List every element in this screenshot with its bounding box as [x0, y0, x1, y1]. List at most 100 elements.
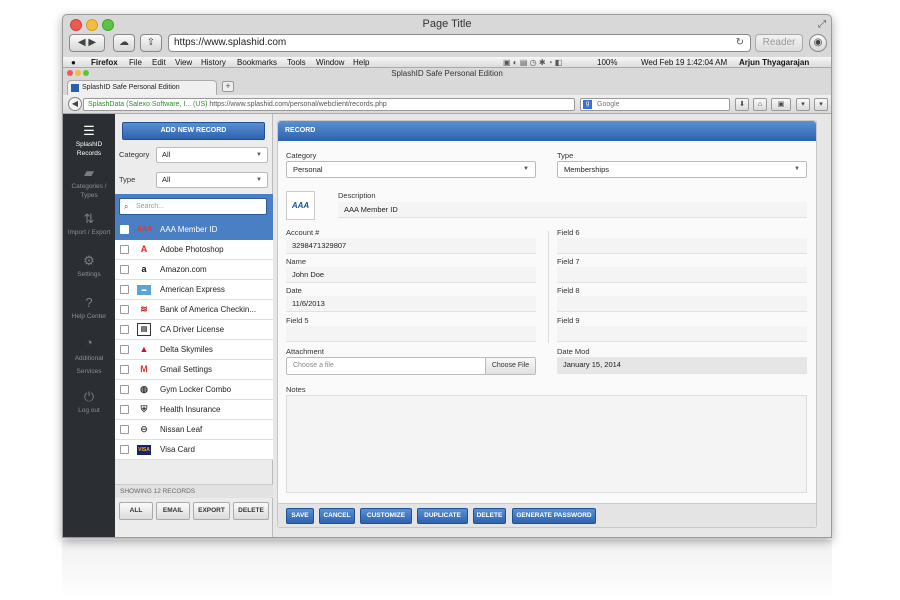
google-icon: g: [583, 100, 592, 109]
attachment-input[interactable]: Choose a file Choose File: [286, 357, 536, 375]
download-icon[interactable]: ⬇: [735, 98, 749, 111]
fullscreen-icon[interactable]: ⤢: [818, 19, 826, 30]
generate-password-button[interactable]: GENERATE PASSWORD: [512, 508, 596, 524]
record-checkbox[interactable]: [120, 285, 129, 294]
record-logo[interactable]: AAA: [286, 191, 315, 220]
splashid-app: ☰ SplashID Records ▰ Categories / Types …: [63, 114, 831, 537]
record-checkbox[interactable]: [120, 225, 129, 234]
ff-back-button[interactable]: ◀: [68, 97, 82, 111]
field7-field[interactable]: [557, 267, 807, 283]
add-new-record-button[interactable]: ADD NEW RECORD: [122, 122, 265, 140]
field-label: Field 7: [557, 257, 580, 266]
field5-field[interactable]: [286, 326, 536, 342]
downloads-button[interactable]: ◉: [809, 34, 827, 52]
menu-file[interactable]: File: [129, 57, 142, 68]
account-number-field[interactable]: 3298471329807: [286, 238, 536, 254]
menubar-user[interactable]: Arjun Thyagarajan: [739, 57, 809, 68]
customize-button[interactable]: CUSTOMIZE: [360, 508, 412, 524]
field9-field[interactable]: [557, 326, 807, 342]
list-item[interactable]: ⊖ Nissan Leaf: [115, 420, 273, 440]
category-filter-select[interactable]: All ▼: [156, 147, 268, 163]
notes-textarea[interactable]: [286, 395, 807, 493]
record-checkbox[interactable]: [120, 265, 129, 274]
nav-help[interactable]: ? Help Center: [63, 296, 115, 321]
name-field[interactable]: John Doe: [286, 267, 536, 283]
safari-address-bar[interactable]: https://www.splashid.com ↻: [168, 34, 751, 52]
date-field[interactable]: 11/6/2013: [286, 296, 536, 312]
duplicate-button[interactable]: DUPLICATE: [417, 508, 468, 524]
record-category-select[interactable]: Personal ▼: [286, 161, 536, 178]
menu-app-name[interactable]: Firefox: [91, 57, 118, 68]
ff-tabstrip: SplashID Safe Personal Edition +: [63, 79, 831, 95]
field-label: Account #: [286, 228, 320, 237]
site-identity[interactable]: SplashData (Salexo Software, I... (US): [88, 101, 207, 108]
all-button[interactable]: ALL: [119, 502, 153, 520]
reader-button[interactable]: Reader: [755, 34, 803, 52]
menu-edit[interactable]: Edit: [152, 57, 166, 68]
field6-field[interactable]: [557, 238, 807, 254]
record-checkbox[interactable]: [120, 445, 129, 454]
icloud-button[interactable]: ☁: [113, 34, 135, 52]
export-button[interactable]: EXPORT: [193, 502, 230, 520]
delete-records-button[interactable]: DELETE: [233, 502, 269, 520]
record-checkbox[interactable]: [120, 305, 129, 314]
menu-help[interactable]: Help: [353, 57, 369, 68]
nav-logout[interactable]: ⏻ Log out: [63, 390, 115, 415]
back-forward-buttons[interactable]: ◀ ▶: [69, 34, 105, 52]
record-checkbox[interactable]: [120, 345, 129, 354]
records-list-pane: ADD NEW RECORD Category All ▼ Type All ▼…: [115, 114, 273, 537]
record-checkbox[interactable]: [120, 365, 129, 374]
field8-field[interactable]: [557, 296, 807, 312]
nav-records[interactable]: ☰ SplashID Records: [63, 124, 115, 158]
reload-icon[interactable]: ↻: [736, 35, 744, 51]
menu-view[interactable]: View: [175, 57, 192, 68]
ff-address-bar[interactable]: SplashData (Salexo Software, I... (US) h…: [83, 98, 575, 111]
menu-history[interactable]: History: [201, 57, 226, 68]
search-input[interactable]: ⌕ Search...: [119, 198, 267, 215]
record-type-select[interactable]: Memberships ▼: [557, 161, 807, 178]
menu-tools[interactable]: Tools: [287, 57, 306, 68]
type-filter-select[interactable]: All ▼: [156, 172, 268, 188]
list-item[interactable]: A Adobe Photoshop: [115, 240, 273, 260]
list-item[interactable]: AAA AAA Member ID: [115, 220, 273, 240]
new-tab-button[interactable]: +: [222, 81, 234, 92]
nav-categories[interactable]: ▰ Categories / Types: [63, 166, 115, 200]
record-checkbox[interactable]: [120, 405, 129, 414]
menu-icon[interactable]: ▾: [796, 98, 810, 111]
list-item[interactable]: a Amazon.com: [115, 260, 273, 280]
description-field[interactable]: AAA Member ID: [338, 202, 807, 218]
list-item[interactable]: VISA Visa Card: [115, 440, 273, 460]
safari-window: Page Title ⤢ ◀ ▶ ☁ ⇪ https://www.splashi…: [62, 14, 832, 538]
record-action-bar: SAVE CANCEL CUSTOMIZE DUPLICATE DELETE G…: [278, 503, 816, 527]
record-checkbox[interactable]: [120, 325, 129, 334]
menubar-datetime: Wed Feb 19 1:42:04 AM: [641, 58, 728, 67]
menu-bookmarks[interactable]: Bookmarks: [237, 57, 277, 68]
ff-search-box[interactable]: g Google: [580, 98, 730, 111]
list-item[interactable]: ≋ Bank of America Checkin...: [115, 300, 273, 320]
cancel-button[interactable]: CANCEL: [319, 508, 355, 524]
choose-file-button[interactable]: Choose File: [485, 358, 535, 374]
nav-additional[interactable]: ◔ Additional Services: [63, 336, 115, 378]
overflow-icon[interactable]: ▾: [814, 98, 828, 111]
list-item[interactable]: M Gmail Settings: [115, 360, 273, 380]
addon-icon[interactable]: ▣: [771, 98, 791, 111]
menu-window[interactable]: Window: [316, 57, 344, 68]
list-item[interactable]: ▤ CA Driver License: [115, 320, 273, 340]
share-button[interactable]: ⇪: [140, 34, 162, 52]
delete-record-button[interactable]: DELETE: [473, 508, 506, 524]
apple-icon[interactable]: ●: [71, 57, 76, 68]
record-checkbox[interactable]: [120, 425, 129, 434]
list-item[interactable]: ⛨ Health Insurance: [115, 400, 273, 420]
email-button[interactable]: EMAIL: [156, 502, 190, 520]
save-button[interactable]: SAVE: [286, 508, 314, 524]
list-item[interactable]: ▬ American Express: [115, 280, 273, 300]
nav-import-export[interactable]: ⇅ Import / Export: [63, 212, 115, 237]
list-item[interactable]: ◍ Gym Locker Combo: [115, 380, 273, 400]
home-icon[interactable]: ⌂: [753, 98, 767, 111]
ff-tab[interactable]: SplashID Safe Personal Edition: [67, 80, 217, 95]
record-checkbox[interactable]: [120, 385, 129, 394]
nav-settings[interactable]: ⚙ Settings: [63, 254, 115, 279]
list-item[interactable]: ▲ Delta Skymiles: [115, 340, 273, 360]
record-checkbox[interactable]: [120, 245, 129, 254]
field-label: Date: [286, 286, 302, 295]
